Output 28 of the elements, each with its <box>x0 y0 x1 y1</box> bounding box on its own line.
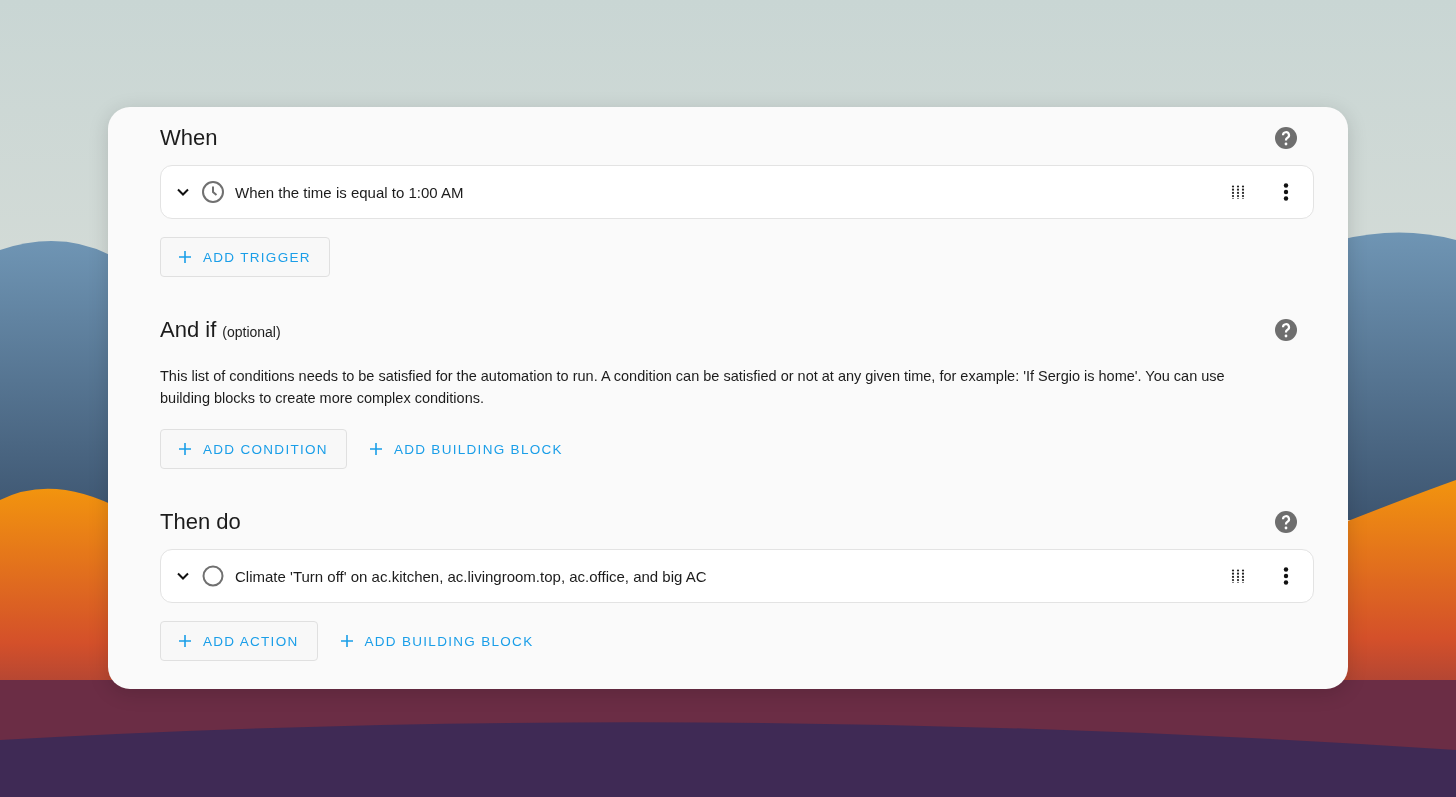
add-button[interactable]: ADD TRIGGER <box>160 237 330 277</box>
item-text: When the time is equal to 1:00 AM <box>235 183 465 201</box>
drag-handle-icon[interactable] <box>1231 185 1245 199</box>
item-text: Climate 'Turn off' on ac.kitchen, ac.livingroom.top, ac.office, and big AC <box>235 567 708 585</box>
circle-icon <box>201 564 225 588</box>
plus-icon <box>179 251 191 263</box>
list-item-card[interactable]: When the time is equal to 1:00 AM <box>160 165 1314 219</box>
section-description: This list of conditions needs to be satisfied for the automation to run. A condition can be satisfied or not at any given time, for example: 'If Sergio is home'. You can use building blocks to create more complex conditions. <box>160 367 1226 408</box>
drag-handle-icon[interactable] <box>1231 569 1245 583</box>
section-title: Then do <box>160 509 241 535</box>
plus-icon <box>179 635 191 647</box>
help-icon[interactable] <box>1274 126 1298 150</box>
section-title: When <box>160 125 218 151</box>
clock-icon <box>201 180 225 204</box>
help-icon[interactable] <box>1274 510 1298 534</box>
help-icon[interactable] <box>1274 318 1298 342</box>
section-subtitle: (optional) <box>222 324 281 340</box>
plus-icon <box>369 443 382 455</box>
add-button[interactable]: ADD ACTION <box>160 621 318 661</box>
add-button[interactable]: ADD BUILDING BLOCK <box>350 429 582 469</box>
more-icon[interactable] <box>1283 567 1289 585</box>
more-icon[interactable] <box>1283 183 1289 201</box>
add-button[interactable]: ADD CONDITION <box>160 429 347 469</box>
section-title: And if <box>160 317 217 343</box>
add-button[interactable]: ADD BUILDING BLOCK <box>321 621 553 661</box>
plus-icon <box>179 443 191 455</box>
plus-icon <box>340 635 353 647</box>
list-item-card[interactable]: Climate 'Turn off' on ac.kitchen, ac.livingroom.top, ac.office, and big AC <box>160 549 1314 603</box>
